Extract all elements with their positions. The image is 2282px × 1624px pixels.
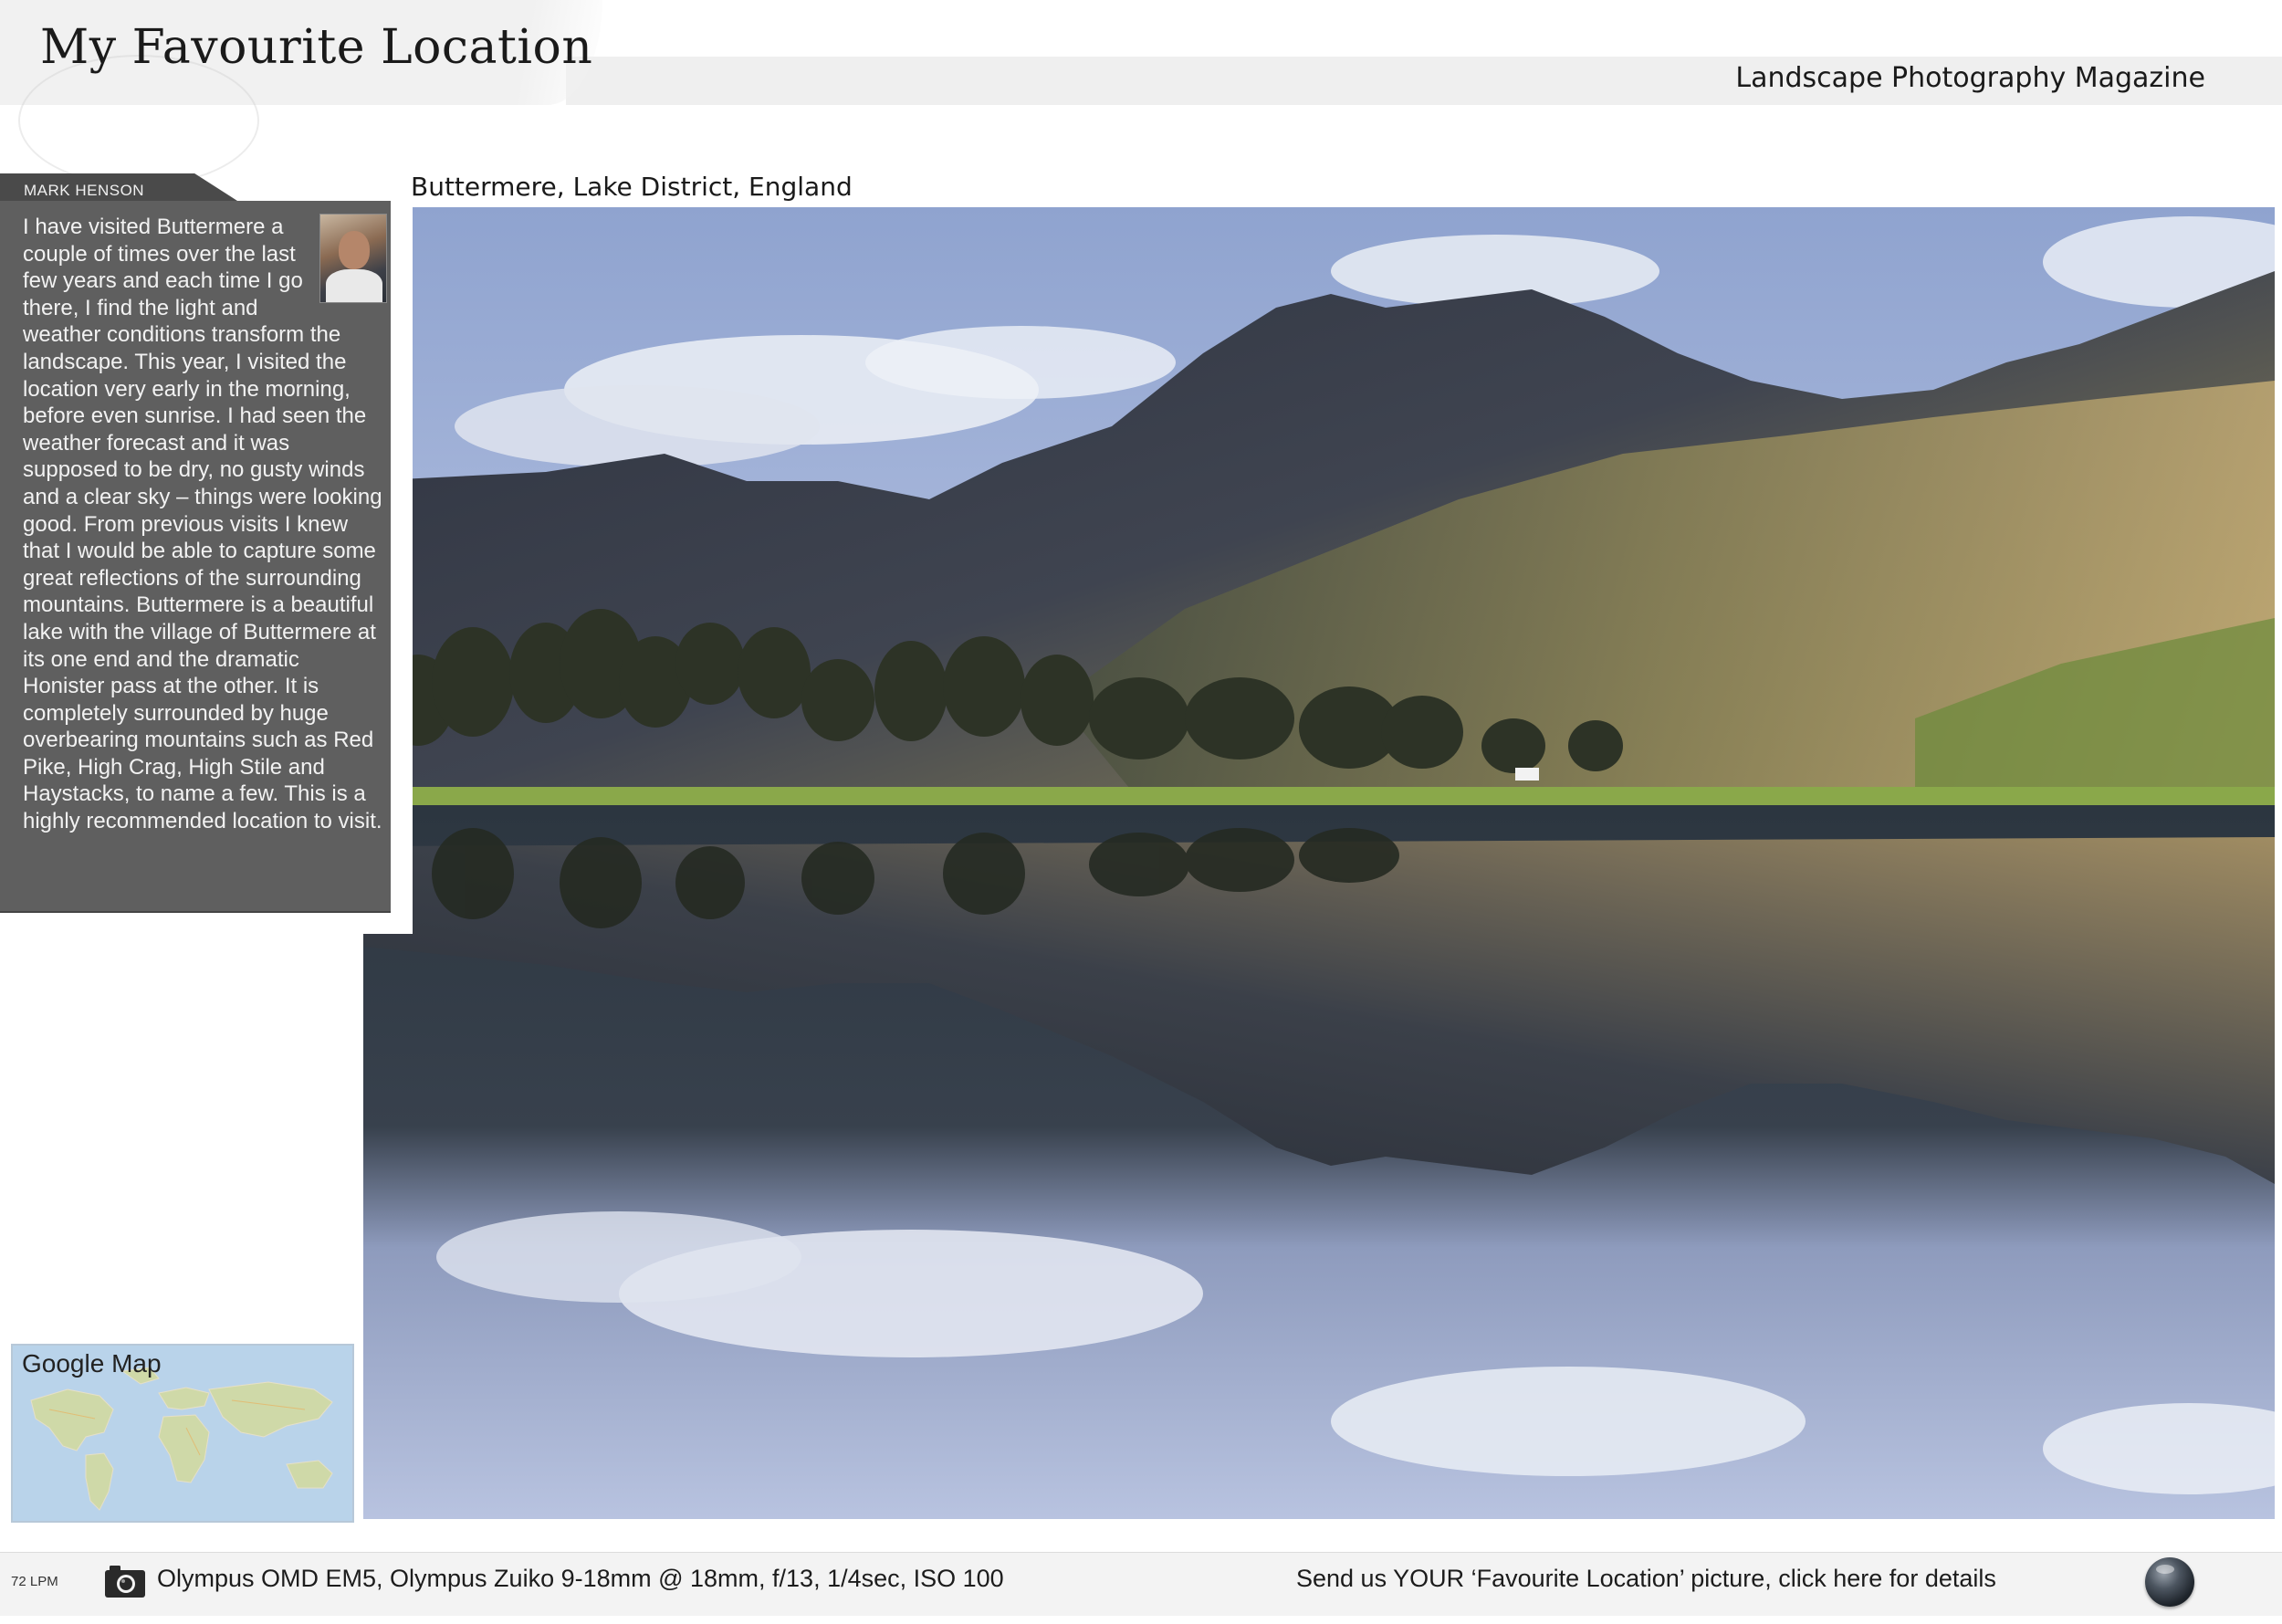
author-avatar bbox=[319, 214, 387, 303]
globe-icon[interactable] bbox=[2145, 1557, 2194, 1607]
camera-icon bbox=[105, 1566, 145, 1598]
author-name: MARK HENSON bbox=[24, 182, 145, 199]
camera-details: Olympus OMD EM5, Olympus Zuiko 9-18mm @ … bbox=[157, 1565, 1004, 1592]
magazine-name: Landscape Photography Magazine bbox=[1735, 62, 2205, 94]
footer-edge bbox=[0, 1616, 2282, 1624]
google-map[interactable]: Google Map bbox=[11, 1344, 354, 1523]
map-label: Google Map bbox=[22, 1349, 162, 1378]
photo-caption: Buttermere, Lake District, England bbox=[411, 172, 853, 202]
submit-picture-link[interactable]: Send us YOUR ‘Favourite Location’ pictur… bbox=[1296, 1565, 1996, 1593]
landscape-photo bbox=[363, 207, 2275, 1519]
issue-badge: 72 LPM bbox=[11, 1574, 58, 1589]
page-title: My Favourite Location bbox=[40, 20, 593, 75]
author-bio: I have visited Buttermere a couple of ti… bbox=[23, 215, 382, 834]
